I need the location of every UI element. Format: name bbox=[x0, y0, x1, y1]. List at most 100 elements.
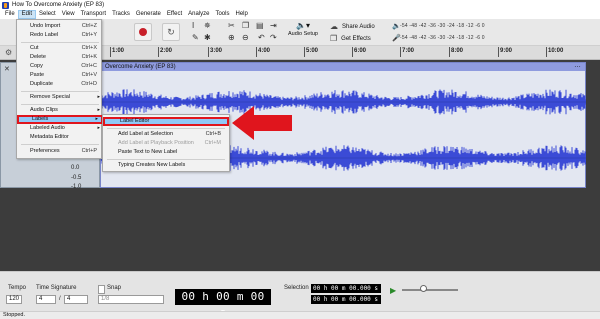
menu-item-label: Cut bbox=[30, 45, 39, 51]
menu-effect[interactable]: Effect bbox=[164, 10, 185, 19]
bottom-toolbar: Tempo 120 Time Signature 4 / 4 Snap 1/8 … bbox=[0, 271, 600, 319]
menu-item-undo-import[interactable]: Undo Import Ctrl+Z bbox=[17, 22, 103, 31]
loop-button[interactable]: ↻ bbox=[162, 23, 180, 41]
menu-tools[interactable]: Tools bbox=[212, 10, 232, 19]
shortcut: Ctrl+V bbox=[81, 72, 97, 78]
timeline-settings-icon[interactable]: ⚙ bbox=[5, 48, 12, 57]
amplitude-label: -0.5 bbox=[71, 175, 82, 181]
zoom-out-icon[interactable]: ⊖ bbox=[242, 33, 249, 42]
share-audio-button[interactable]: ☁ Share Audio bbox=[330, 21, 385, 32]
menu-transport[interactable]: Transport bbox=[78, 10, 109, 19]
recording-meter[interactable]: 🎤 -54 -48 -42 -36 -30 -24 -18 -12 -6 0 bbox=[392, 33, 532, 42]
menu-item-label: Undo Import bbox=[30, 23, 61, 29]
snap-checkbox[interactable] bbox=[98, 285, 105, 294]
menu-tracks[interactable]: Tracks bbox=[109, 10, 133, 19]
plugin-icon: ❐ bbox=[330, 34, 338, 43]
menu-item-label: Add Label at Playback Position bbox=[118, 140, 194, 146]
loop-icon: ↻ bbox=[167, 26, 175, 37]
menu-item-label: Paste Text to New Label bbox=[118, 149, 178, 155]
tempo-input[interactable]: 120 bbox=[6, 295, 22, 304]
record-button[interactable] bbox=[134, 23, 152, 41]
menu-item-delete[interactable]: Delete Ctrl+K bbox=[17, 53, 103, 62]
menu-item-audio-clips[interactable]: Audio Clips ▸ bbox=[17, 106, 103, 115]
playback-speed-slider[interactable] bbox=[402, 289, 458, 291]
ruler-tick: 9:00 bbox=[497, 47, 513, 57]
shortcut: Ctrl+C bbox=[81, 63, 97, 69]
menu-item-paste-text-to-new-label[interactable]: Paste Text to New Label bbox=[103, 148, 229, 157]
menu-item-cut[interactable]: Cut Ctrl+X bbox=[17, 44, 103, 53]
menu-item-label: Metadata Editor bbox=[30, 134, 69, 140]
menu-item-labels[interactable]: Labels ▸ bbox=[17, 115, 103, 124]
clip-title-bar[interactable]: Overcome Anxiety (EP 83) … bbox=[101, 62, 585, 71]
cut-icon[interactable]: ✂ bbox=[228, 21, 235, 30]
menu-edit[interactable]: Edit bbox=[17, 10, 37, 19]
menu-item-typing-creates-new-labels[interactable]: Typing Creates New Labels bbox=[103, 161, 229, 170]
multi-tool-icon[interactable]: ✱ bbox=[204, 33, 211, 42]
menu-item-paste[interactable]: Paste Ctrl+V bbox=[17, 71, 103, 80]
vertical-scrollbar[interactable] bbox=[586, 60, 600, 271]
menu-item-preferences[interactable]: Preferences Ctrl+P bbox=[17, 147, 103, 156]
menu-item-add-label-at-selection[interactable]: Add Label at Selection Ctrl+B bbox=[103, 130, 229, 139]
ruler-tick: 4:00 bbox=[255, 47, 271, 57]
menu-item-label: Typing Creates New Labels bbox=[118, 162, 186, 168]
microphone-icon: 🎤 bbox=[392, 34, 401, 42]
menu-item-remove-special[interactable]: Remove Special ▸ bbox=[17, 93, 103, 102]
zoom-in-icon[interactable]: ⊕ bbox=[228, 33, 235, 42]
menu-item-redo-label[interactable]: Redo Label Ctrl+Y bbox=[17, 31, 103, 40]
menu-item-label: Preferences bbox=[30, 148, 60, 154]
record-icon bbox=[139, 28, 147, 36]
menu-item-labeled-audio[interactable]: Labeled Audio ▸ bbox=[17, 124, 103, 133]
ruler-tick: 1:00 bbox=[109, 47, 125, 57]
trim-icon[interactable]: ⇥ bbox=[270, 21, 277, 30]
amplitude-label: 0.0 bbox=[71, 165, 80, 171]
clip-menu-icon[interactable]: … bbox=[574, 62, 581, 69]
selection-start[interactable]: 00 h 00 m 00.000 s bbox=[311, 284, 381, 293]
amplitude-label: -1.0 bbox=[71, 184, 82, 190]
menu-item-label: Audio Clips bbox=[30, 107, 58, 113]
menu-generate[interactable]: Generate bbox=[133, 10, 164, 19]
menu-item-duplicate[interactable]: Duplicate Ctrl+D bbox=[17, 80, 103, 89]
menu-separator bbox=[107, 159, 225, 160]
menu-bar: File Edit Select View Transport Tracks G… bbox=[0, 10, 600, 19]
recording-meter-scale: -54 -48 -42 -36 -30 -24 -18 -12 -6 0 bbox=[400, 34, 485, 41]
redo-icon[interactable]: ↷ bbox=[270, 33, 277, 42]
menu-help[interactable]: Help bbox=[232, 10, 250, 19]
audio-setup-button[interactable]: 🔈▾ Audio Setup bbox=[283, 20, 323, 42]
menu-item-copy[interactable]: Copy Ctrl+C bbox=[17, 62, 103, 71]
menu-separator bbox=[21, 42, 99, 43]
snap-label: Snap bbox=[107, 285, 122, 291]
menu-item-label-editor[interactable]: Label Editor bbox=[103, 117, 229, 126]
snap-select[interactable]: 1/8 bbox=[98, 295, 164, 304]
play-at-speed-icon[interactable]: ▶ bbox=[390, 286, 396, 295]
menu-item-add-label-at-playback[interactable]: Add Label at Playback Position Ctrl+M bbox=[103, 139, 229, 148]
time-signature-denominator[interactable]: 4 bbox=[64, 295, 88, 304]
menu-item-metadata-editor[interactable]: Metadata Editor bbox=[17, 133, 103, 142]
draw-tool-icon[interactable]: ✎ bbox=[192, 33, 199, 42]
menu-item-label: Labeled Audio bbox=[30, 125, 65, 131]
menu-separator bbox=[21, 104, 99, 105]
shortcut: Ctrl+M bbox=[204, 140, 221, 146]
close-track-icon[interactable]: ✕ bbox=[4, 65, 10, 73]
selection-tool-icon[interactable]: I bbox=[192, 21, 194, 30]
title-bar: How To Overcome Anxiety (EP 83) bbox=[0, 0, 600, 10]
menu-item-label: Copy bbox=[30, 63, 43, 69]
time-signature-numerator[interactable]: 4 bbox=[36, 295, 56, 304]
undo-icon[interactable]: ↶ bbox=[258, 33, 265, 42]
menu-file[interactable]: File bbox=[2, 10, 18, 19]
menu-analyze[interactable]: Analyze bbox=[185, 10, 212, 19]
menu-view[interactable]: View bbox=[59, 10, 78, 19]
paste-icon[interactable]: ▤ bbox=[256, 21, 264, 30]
copy-icon[interactable]: ❐ bbox=[242, 21, 249, 30]
tempo-label: Tempo bbox=[8, 285, 27, 291]
shortcut: Ctrl+Z bbox=[81, 23, 97, 29]
playback-speed-knob[interactable] bbox=[420, 285, 427, 292]
shortcut: Ctrl+K bbox=[81, 54, 97, 60]
time-display[interactable]: 00 h 00 m 00 s bbox=[175, 289, 271, 319]
ruler-tick: 2:00 bbox=[157, 47, 173, 57]
menu-item-label: Remove Special bbox=[30, 94, 71, 100]
get-effects-button[interactable]: ❐ Get Effects bbox=[330, 33, 385, 44]
selection-end[interactable]: 00 h 00 m 00.000 s bbox=[311, 295, 381, 304]
envelope-tool-icon[interactable]: ✵ bbox=[204, 21, 211, 30]
playback-meter[interactable]: 🔈 -54 -48 -42 -36 -30 -24 -18 -12 -6 0 bbox=[392, 21, 532, 30]
menu-select[interactable]: Select bbox=[36, 10, 59, 19]
